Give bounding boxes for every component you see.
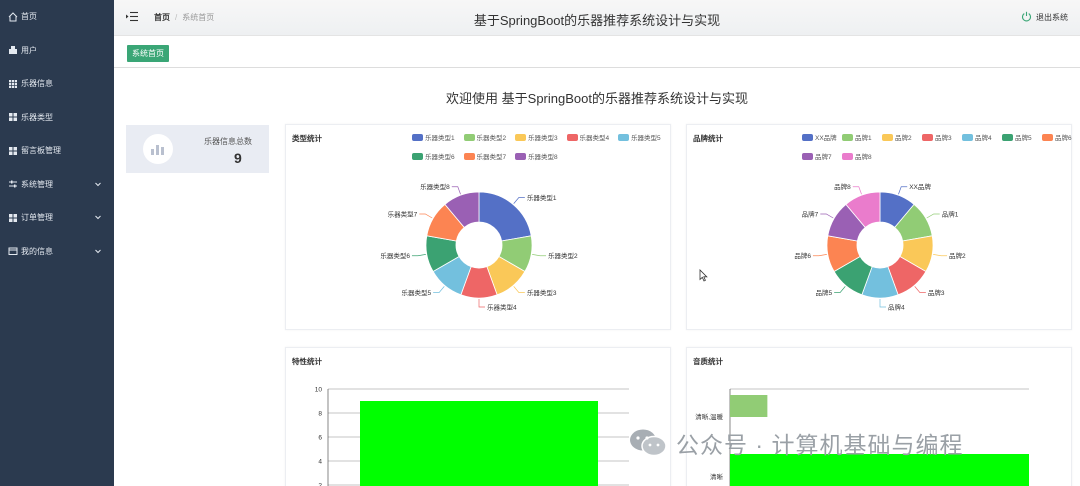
sidebar-item-label: 乐器信息 (21, 79, 53, 89)
feature-stats-panel: 特性统计 2 4 6 8 10 (285, 347, 671, 486)
sidebar-item-instrument-info[interactable]: 乐器信息 (0, 67, 114, 101)
pie-label: 品牌6 (794, 251, 811, 260)
pie-label: 乐器类型5 (402, 288, 432, 297)
pie-slice[interactable] (478, 191, 532, 242)
feature-bar-chart: 2 4 6 8 10 (315, 387, 629, 486)
sidebar-item-home[interactable]: 首页 (0, 0, 114, 34)
pie-label: 乐器类型7 (388, 209, 418, 218)
main-content: 欢迎使用 基于SpringBoot的乐器推荐系统设计与实现 乐器信息总数 9 类… (114, 69, 1080, 486)
pie-label-line (433, 286, 445, 293)
category-label: 清晰,温暖 (695, 412, 723, 421)
sound-quality-stats-panel: 音质统计 清晰,温暖 清晰 (686, 347, 1072, 486)
sidebar-item-system[interactable]: 系统管理 (0, 168, 114, 202)
pie-label-line (419, 213, 433, 219)
pie-label-line (852, 186, 862, 195)
stat-label: 乐器信息总数 (204, 137, 252, 146)
card-icon (8, 246, 18, 256)
pie-label-line (451, 186, 461, 195)
sound-quality-bar-chart: 清晰,温暖清晰 (695, 388, 1029, 486)
pie-label-line (914, 286, 926, 293)
pie-label-line (411, 254, 426, 257)
chevron-down-icon (94, 247, 102, 257)
y-tick-label: 10 (315, 387, 323, 394)
chevron-down-icon (94, 180, 102, 190)
sidebar: 首页 用户 乐器信息 乐器类型 留言板管理 系统管理 订单管理 我的信息 (0, 0, 114, 486)
pie-label: 乐器类型4 (487, 302, 517, 311)
sidebar-item-my-info[interactable]: 我的信息 (0, 235, 114, 269)
pie-label-line (926, 213, 940, 219)
y-tick-label: 8 (318, 411, 322, 418)
pie-label-line (812, 254, 827, 257)
stat-card-instrument-total: 乐器信息总数 9 (126, 125, 269, 173)
sidebar-item-label: 系统管理 (21, 179, 53, 189)
stat-value: 9 (234, 150, 242, 166)
pie-label: 乐器类型6 (380, 251, 410, 260)
sidebar-item-message-board[interactable]: 留言板管理 (0, 134, 114, 168)
pie-label: 品牌4 (888, 302, 905, 311)
welcome-heading: 欢迎使用 基于SpringBoot的乐器推荐系统设计与实现 (446, 91, 748, 106)
sidebar-item-label: 订单管理 (21, 213, 53, 223)
bar[interactable] (730, 395, 768, 417)
pie-label-line (933, 254, 948, 257)
pie-label: 乐器类型1 (527, 193, 557, 202)
type-stats-panel: 类型统计 乐器类型1 乐器类型2 乐器类型3 乐器类型4 乐器类型5 乐器类型6 乐器类型7… (285, 124, 671, 330)
y-tick-label: 6 (318, 435, 322, 442)
pie-label: 品牌7 (802, 209, 819, 218)
pie-label: 品牌1 (942, 209, 959, 218)
apps-icon (8, 112, 18, 122)
y-tick-label: 4 (318, 459, 322, 466)
pie-label: 乐器类型2 (548, 251, 578, 260)
tab-system-home[interactable]: 系统首页 (127, 45, 169, 62)
watermark: 公众号 · 计算机基础与编程 (628, 426, 963, 460)
top-header: 首页 / 系统首页 基于SpringBoot的乐器推荐系统设计与实现 退出系统 (114, 0, 1080, 36)
bar-chart-icon (143, 134, 173, 164)
tags-bar: 系统首页 (114, 36, 1080, 68)
sidebar-item-users[interactable]: 用户 (0, 34, 114, 68)
sliders-icon (8, 179, 18, 189)
grid-icon (8, 213, 18, 223)
logout-button[interactable]: 退出系统 (1021, 11, 1068, 24)
power-icon (1021, 11, 1032, 24)
pie-label-line (898, 186, 908, 195)
pie-label: 品牌8 (834, 182, 851, 191)
pie-label-line (478, 299, 485, 308)
logout-label: 退出系统 (1036, 13, 1068, 22)
pie-label: 品牌2 (949, 251, 966, 260)
grid-icon (8, 79, 18, 89)
pie-label-line (879, 299, 886, 308)
brand-stats-panel: 品牌统计 XX品牌 品牌1 品牌2 品牌3 品牌4 品牌5 品牌6 品牌7 品牌8 XX品牌 品牌… (686, 124, 1072, 330)
watermark-text: 公众号 · 计算机基础与编程 (676, 432, 964, 458)
pie-label: 品牌5 (816, 288, 833, 297)
sidebar-item-label: 首页 (21, 12, 37, 22)
app-title: 基于SpringBoot的乐器推荐系统设计与实现 (473, 13, 721, 28)
wechat-icon (628, 427, 668, 459)
pie-label-line (532, 254, 547, 257)
sidebar-item-label: 我的信息 (21, 246, 53, 256)
sidebar-item-orders[interactable]: 订单管理 (0, 201, 114, 235)
user-icon (8, 45, 18, 55)
pie-label-line (513, 197, 525, 204)
bar[interactable] (360, 401, 598, 486)
home-icon (8, 12, 18, 22)
pie-label-line (513, 286, 525, 293)
pie-label-line (820, 213, 834, 219)
pie-label: 乐器类型3 (527, 288, 557, 297)
type-pie-chart: 乐器类型1 乐器类型2 乐器类型3 乐器类型4 乐器类型5 乐器类型6 乐器类型7 乐器类型8 (380, 182, 578, 311)
sidebar-item-label: 留言板管理 (21, 146, 61, 156)
pie-label: 品牌3 (928, 288, 945, 297)
pie-label-line (834, 286, 846, 293)
pie-label: 乐器类型8 (420, 182, 450, 191)
mouse-cursor-icon (699, 269, 708, 284)
apps-icon (8, 146, 18, 156)
chevron-down-icon (94, 213, 102, 223)
y-tick-label: 2 (318, 483, 322, 486)
sidebar-item-label: 乐器类型 (21, 112, 53, 122)
sidebar-item-label: 用户 (21, 45, 37, 55)
sidebar-item-instrument-type[interactable]: 乐器类型 (0, 101, 114, 135)
category-label: 清晰 (710, 472, 724, 481)
brand-pie-chart: XX品牌品牌1 品牌2 品牌3 品牌4 品牌5 品牌6 品牌7 品牌8 (794, 182, 966, 311)
pie-label: XX品牌 (909, 182, 931, 191)
